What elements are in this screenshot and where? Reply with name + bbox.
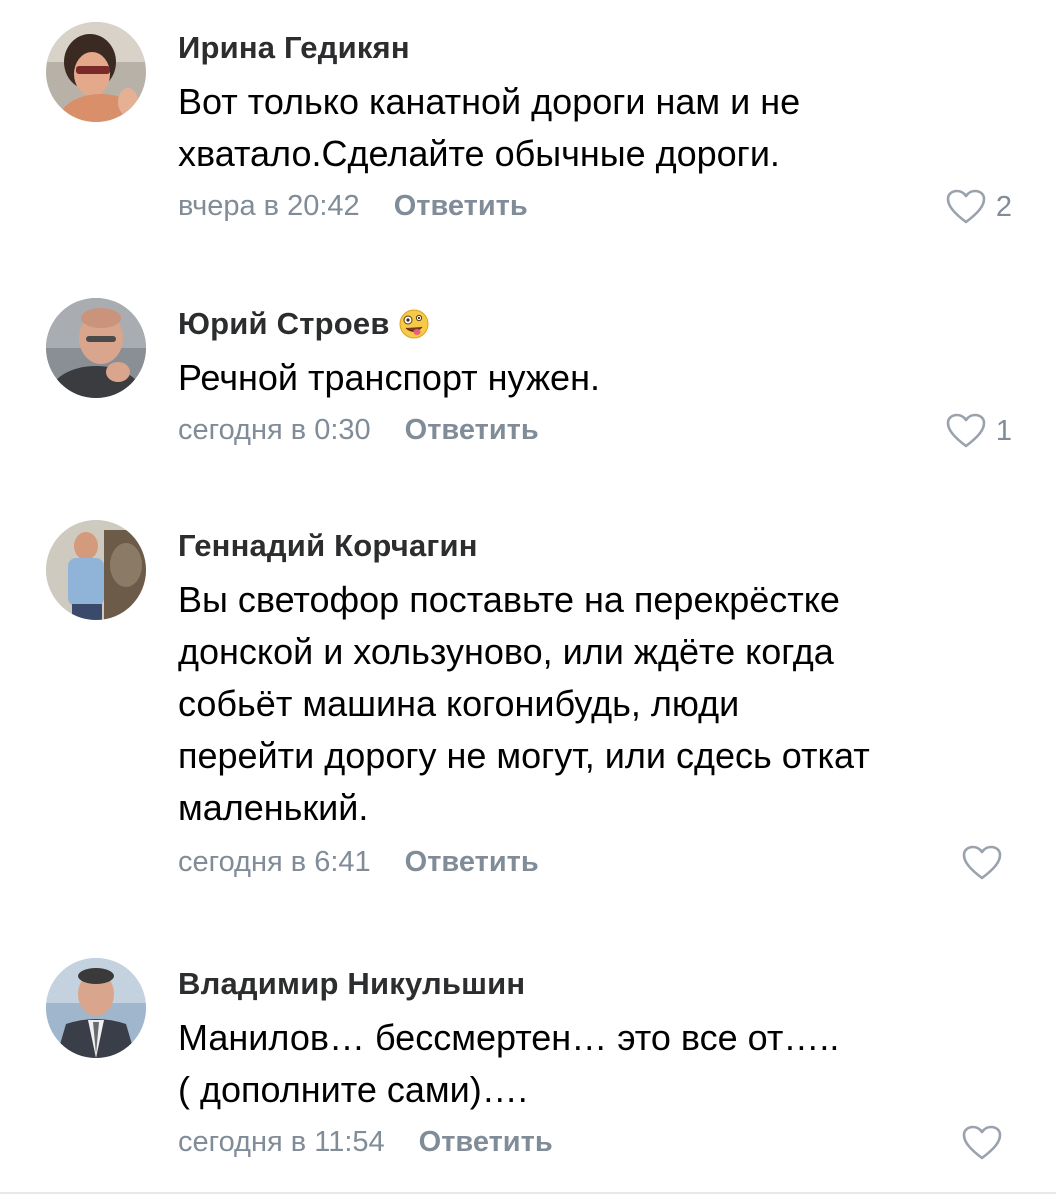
avatar[interactable]: [46, 22, 146, 122]
comment-time[interactable]: сегодня в 11:54: [178, 1126, 385, 1159]
comment-text-line: Манилов… бессмертен… это все от…..: [178, 1017, 840, 1058]
like-count: 2: [995, 190, 1012, 223]
comment-meta: сегодня в 6:41 Ответить: [178, 846, 539, 879]
comment-time[interactable]: сегодня в 0:30: [178, 414, 371, 447]
like-button[interactable]: 2: [946, 189, 1012, 225]
like-count: 1: [995, 414, 1012, 447]
avatar[interactable]: [46, 958, 146, 1058]
comment-meta: вчера в 20:42 Ответить: [178, 190, 528, 223]
comment-text-line: Вы светофор поставьте на перекрёстке: [178, 579, 840, 620]
comment-text-line: Речной транспорт нужен.: [178, 357, 600, 398]
heart-icon: [962, 1125, 1002, 1160]
comment-text-line: Вот только канатной дороги нам и не: [178, 81, 801, 122]
comment-author[interactable]: Юрий Строев: [178, 306, 430, 342]
comment-time[interactable]: вчера в 20:42: [178, 190, 360, 223]
author-name[interactable]: Ирина Гедикян: [178, 30, 410, 66]
comment-author[interactable]: Ирина Гедикян: [178, 30, 410, 66]
comment-author[interactable]: Геннадий Корчагин: [178, 528, 478, 564]
comment-text: Вы светофор поставьте на перекрёстке дон…: [178, 574, 998, 834]
avatar[interactable]: [46, 298, 146, 398]
comment-author[interactable]: Владимир Никульшин: [178, 966, 525, 1002]
comment-meta: сегодня в 0:30 Ответить: [178, 414, 539, 447]
heart-icon: [962, 845, 1002, 880]
reply-button[interactable]: Ответить: [419, 1126, 553, 1159]
comment-text-line: маленький.: [178, 787, 369, 828]
like-button[interactable]: [962, 1125, 1012, 1161]
avatar[interactable]: [46, 520, 146, 620]
comment-text: Речной транспорт нужен.: [178, 352, 998, 404]
avatar-photo-icon: [46, 22, 146, 122]
bottom-divider: [0, 1192, 1056, 1194]
avatar-photo-icon: [46, 298, 146, 398]
comment-time[interactable]: сегодня в 6:41: [178, 846, 371, 879]
author-name[interactable]: Владимир Никульшин: [178, 966, 525, 1002]
comment-text: Манилов… бессмертен… это все от….. ( доп…: [178, 1012, 998, 1116]
zany-face-emoji-icon: [398, 308, 430, 340]
comment-meta: сегодня в 11:54 Ответить: [178, 1126, 553, 1159]
comment-text-line: хватало.Сделайте обычные дороги.: [178, 133, 780, 174]
comment-text-line: перейти дорогу не могут, или сдесь откат: [178, 735, 870, 776]
comment-text-line: донской и хользуново, или ждёте когда: [178, 631, 834, 672]
like-button[interactable]: 1: [946, 413, 1012, 449]
comment-text-line: собьёт машина когонибудь, люди: [178, 683, 740, 724]
reply-button[interactable]: Ответить: [405, 414, 539, 447]
avatar-photo-icon: [46, 520, 146, 620]
author-name[interactable]: Юрий Строев: [178, 306, 390, 342]
heart-icon: [946, 413, 986, 448]
like-button[interactable]: [962, 845, 1012, 881]
reply-button[interactable]: Ответить: [394, 190, 528, 223]
author-name[interactable]: Геннадий Корчагин: [178, 528, 478, 564]
reply-button[interactable]: Ответить: [405, 846, 539, 879]
comment-text: Вот только канатной дороги нам и не хват…: [178, 76, 998, 180]
comment-text-line: ( дополните сами)….: [178, 1069, 528, 1110]
avatar-photo-icon: [46, 958, 146, 1058]
heart-icon: [946, 189, 986, 224]
